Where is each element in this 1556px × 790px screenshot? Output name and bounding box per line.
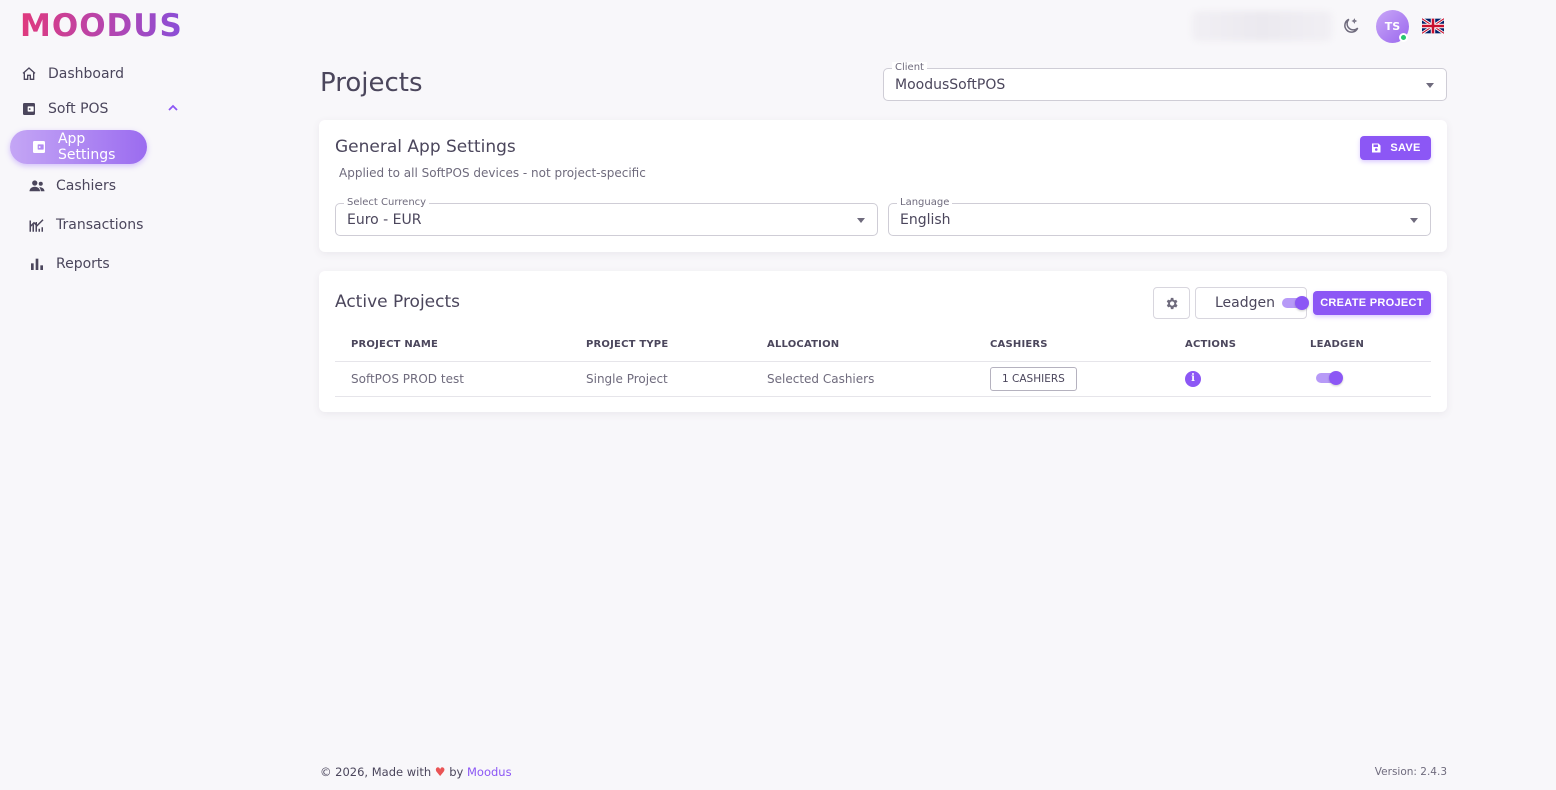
general-app-settings-card: General App Settings Applied to all Soft… <box>319 120 1447 252</box>
bar-chart-icon <box>28 255 46 273</box>
chevron-up-icon[interactable] <box>166 101 180 115</box>
projects-table: PROJECT NAME PROJECT TYPE ALLOCATION CAS… <box>335 329 1431 397</box>
leadgen-filter-toggle[interactable]: Leadgen <box>1195 287 1309 319</box>
client-select-label: Client <box>892 62 927 74</box>
project-allocation: Selected Cashiers <box>751 361 974 397</box>
column-header[interactable]: CASHIERS <box>974 329 1169 362</box>
sidebar-item-label: Transactions <box>56 217 144 233</box>
project-name: SoftPOS PROD test <box>335 361 570 397</box>
settings-button[interactable] <box>1153 287 1190 319</box>
client-select-value: MoodusSoftPOS <box>895 77 1006 93</box>
wallet-icon <box>30 138 48 156</box>
sidebar-item-label: Soft POS <box>48 101 109 117</box>
sidebar: MOODUS Dashboard Soft POS App Settings C… <box>0 0 210 790</box>
heart-icon: ♥ <box>434 765 446 779</box>
chevron-down-icon <box>857 218 865 223</box>
sidebar-item-label: Cashiers <box>56 178 117 194</box>
gear-icon <box>1166 297 1178 309</box>
leadgen-label: Leadgen <box>1215 295 1276 311</box>
create-project-button[interactable]: CREATE PROJECT <box>1313 291 1431 315</box>
language-select-label: Language <box>897 197 953 209</box>
column-header[interactable]: ACTIONS <box>1169 329 1294 362</box>
moodus-logo[interactable]: MOODUS <box>20 10 200 42</box>
active-projects-card: Active Projects Leadgen CREATE PROJECT P… <box>319 271 1447 412</box>
project-type: Single Project <box>570 361 751 397</box>
language-select-value: English <box>900 212 951 228</box>
project-leadgen-switch[interactable] <box>1316 370 1343 385</box>
page-title: Projects <box>320 68 423 98</box>
version-label: Version: 2.4.3 <box>1374 766 1447 778</box>
user-avatar[interactable]: TS <box>1376 10 1409 43</box>
project-cashiers: 1 CASHIERS <box>974 361 1169 397</box>
card-title: General App Settings <box>335 137 516 157</box>
currency-select-label: Select Currency <box>344 197 430 209</box>
online-status-dot <box>1399 33 1408 42</box>
sidebar-item-transactions[interactable]: Transactions <box>28 208 143 242</box>
footer-copyright: © 2026, Made with ♥ by Moodus <box>320 765 512 779</box>
column-header[interactable]: PROJECT NAME <box>335 329 570 362</box>
client-select[interactable]: Client MoodusSoftPOS <box>883 62 1447 101</box>
sidebar-item-reports[interactable]: Reports <box>28 247 110 281</box>
table-header-row: PROJECT NAME PROJECT TYPE ALLOCATION CAS… <box>335 329 1431 362</box>
sidebar-item-cashiers[interactable]: Cashiers <box>28 169 116 203</box>
project-leadgen <box>1294 361 1431 397</box>
card-subtitle: Applied to all SoftPOS devices - not pro… <box>339 166 646 180</box>
column-header[interactable]: LEADGEN <box>1294 329 1431 362</box>
leadgen-switch[interactable] <box>1282 296 1309 310</box>
currency-select[interactable]: Select Currency Euro - EUR <box>335 197 878 236</box>
chart-line-icon <box>28 216 46 234</box>
cashiers-count-button[interactable]: 1 CASHIERS <box>990 366 1077 391</box>
card-title: Active Projects <box>335 292 461 312</box>
sidebar-item-label: Reports <box>56 256 110 272</box>
project-actions: i <box>1169 361 1294 397</box>
uk-flag-icon[interactable] <box>1422 18 1444 34</box>
wallet-icon <box>20 100 38 118</box>
sidebar-item-dashboard[interactable]: Dashboard <box>20 57 124 91</box>
save-button[interactable]: SAVE <box>1360 136 1431 160</box>
sidebar-item-label: App Settings <box>57 131 116 163</box>
save-icon <box>1372 143 1381 153</box>
language-select[interactable]: Language English <box>888 197 1431 236</box>
column-header[interactable]: ALLOCATION <box>751 329 974 362</box>
chevron-down-icon <box>1410 218 1418 223</box>
sidebar-item-label: Dashboard <box>48 66 124 82</box>
home-icon <box>20 65 38 83</box>
svg-text:MOODUS: MOODUS <box>20 10 183 42</box>
info-icon[interactable]: i <box>1185 370 1201 387</box>
sidebar-item-app-settings[interactable]: App Settings <box>10 130 147 164</box>
table-row[interactable]: SoftPOS PROD test Single Project Selecte… <box>335 361 1431 397</box>
moon-icon[interactable] <box>1341 16 1361 36</box>
users-icon <box>28 177 46 195</box>
column-header[interactable]: PROJECT TYPE <box>570 329 751 362</box>
currency-select-value: Euro - EUR <box>347 212 422 228</box>
moodus-link[interactable]: Moodus <box>467 765 512 779</box>
sidebar-item-soft-pos[interactable]: Soft POS <box>20 92 108 126</box>
chevron-down-icon <box>1426 83 1434 88</box>
search-bar-redacted[interactable] <box>1192 11 1332 41</box>
